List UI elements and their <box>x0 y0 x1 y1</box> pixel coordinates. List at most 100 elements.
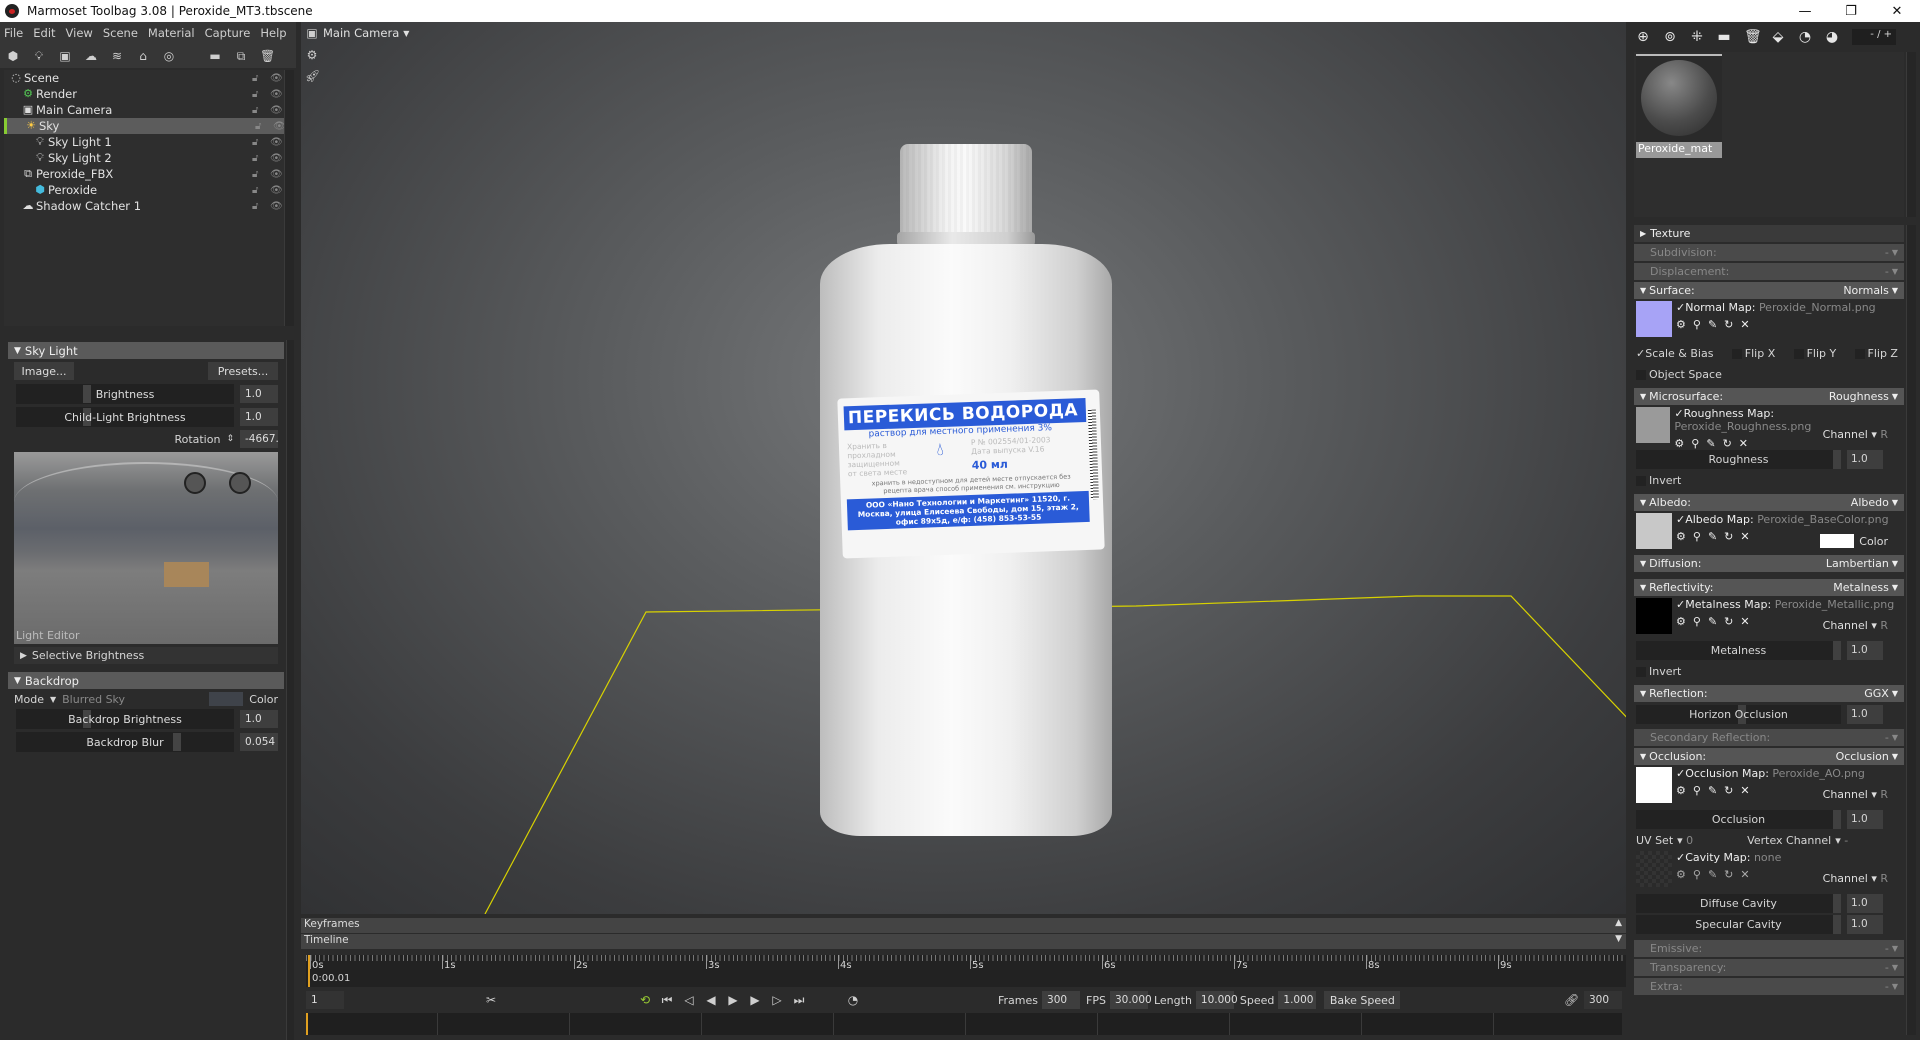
diffuse-cavity-slider[interactable]: Diffuse Cavity <box>1636 893 1841 913</box>
uv-set-dropdown[interactable]: ▾ 0 <box>1677 834 1693 847</box>
checker-icon[interactable]: ⁜ <box>1690 30 1704 44</box>
fps-input[interactable]: 30.000 <box>1109 991 1152 1009</box>
displacement-section[interactable]: Displacement: - ▼ <box>1634 263 1904 280</box>
reload-icon[interactable]: ↻ <box>1724 318 1733 331</box>
image-button[interactable]: Image... <box>14 362 74 380</box>
scale-bias-checkbox[interactable]: ✓Scale & Bias <box>1636 347 1713 360</box>
reflectivity-section[interactable]: ▼ Reflectivity: Metalness ▼ <box>1634 579 1904 596</box>
pencil-icon[interactable]: ✎ <box>1708 318 1717 331</box>
maximize-button[interactable]: ❐ <box>1828 4 1874 19</box>
lock-icon[interactable]: 🔓︎ <box>255 121 261 132</box>
channel-dropdown[interactable]: Channel ▾ R <box>1823 788 1888 801</box>
bake-speed-button[interactable]: Bake Speed <box>1324 991 1401 1009</box>
gear-icon[interactable]: ⚙ <box>1676 530 1686 543</box>
step-back-icon[interactable]: ◀ <box>704 993 718 1007</box>
lock-icon[interactable]: 🔓︎ <box>252 185 258 196</box>
lock-icon[interactable]: 🔓︎ <box>252 73 258 84</box>
house-icon[interactable]: ⌂ <box>136 49 150 63</box>
map-file[interactable]: Peroxide_BaseColor.png <box>1757 513 1888 526</box>
backdrop-blur-slider[interactable]: Backdrop Blur <box>16 732 234 752</box>
search-icon[interactable]: ⚲ <box>1693 868 1701 881</box>
transparency-section[interactable]: Transparency: - ▼ <box>1634 959 1904 976</box>
albedo-map-thumbnail[interactable] <box>1636 513 1672 549</box>
play-icon[interactable]: ▶ <box>726 993 740 1007</box>
properties-scrollbar[interactable] <box>1906 225 1916 1035</box>
presets-button[interactable]: Presets... <box>208 362 278 380</box>
speed-dial-icon[interactable]: ◔ <box>846 993 860 1007</box>
section-value[interactable]: GGX <box>1864 687 1889 700</box>
rotation-input[interactable]: -4667. <box>240 430 279 448</box>
section-value[interactable]: Occlusion <box>1836 750 1889 763</box>
map-file[interactable]: Peroxide_Normal.png <box>1759 301 1876 314</box>
close-icon[interactable]: ✕ <box>1739 437 1748 450</box>
search-icon[interactable]: ⚲ <box>1693 615 1701 628</box>
selective-brightness-toggle[interactable]: ▶ Selective Brightness <box>14 647 278 664</box>
reload-icon[interactable]: ↻ <box>1724 868 1733 881</box>
material-thumbnail[interactable]: Peroxide_mat <box>1636 54 1722 158</box>
map-file[interactable]: Peroxide_Roughness.png <box>1674 420 1811 433</box>
menu-material[interactable]: Material <box>148 26 195 40</box>
playhead[interactable] <box>308 955 310 987</box>
camera-selector[interactable]: ▣ Main Camera ▼ <box>301 22 409 44</box>
link-icon[interactable]: 🔗︎ <box>1564 993 1579 1007</box>
tree-item-peroxide-fbx[interactable]: ⧉ Peroxide_FBX 🔓︎ 👁︎ <box>4 166 284 182</box>
eye-icon[interactable]: 👁︎ <box>270 137 283 148</box>
sky-light-header[interactable]: ▼ Sky Light <box>8 342 284 359</box>
flip-z-checkbox[interactable]: Flip Z <box>1854 347 1898 360</box>
gear-icon[interactable]: ⚙ <box>1676 868 1686 881</box>
trash-icon[interactable]: 🗑︎ <box>1744 30 1762 44</box>
lock-icon[interactable]: 🔓︎ <box>252 201 258 212</box>
skip-end-icon[interactable]: ⏭ <box>792 993 806 1007</box>
texture-section[interactable]: ▶ Texture <box>1634 225 1904 242</box>
gear-icon[interactable]: ⚙ <box>1676 784 1686 797</box>
tree-item-main-camera[interactable]: ▣ Main Camera 🔓︎ 👁︎ <box>4 102 284 118</box>
sky-icon[interactable]: ≋ <box>110 49 124 63</box>
roughness-map-thumbnail[interactable] <box>1636 407 1671 443</box>
specular-cavity-slider[interactable]: Specular Cavity <box>1636 914 1841 934</box>
folder-icon[interactable]: ▬ <box>1717 30 1731 44</box>
mesh-icon[interactable]: ⬢ <box>6 49 20 63</box>
channel-dropdown[interactable]: Channel ▾ R <box>1823 619 1888 632</box>
duplicate-material-icon[interactable]: ⊚ <box>1663 30 1677 44</box>
pencil-icon[interactable]: ✎ <box>1706 437 1715 450</box>
channel-dropdown[interactable]: Channel ▾ R <box>1823 428 1888 441</box>
close-icon[interactable]: ✕ <box>1740 784 1749 797</box>
tree-item-scene[interactable]: ◌ Scene 🔓︎ 👁︎ <box>4 70 284 86</box>
reload-icon[interactable]: ↻ <box>1723 437 1732 450</box>
tree-item-peroxide[interactable]: ⬢ Peroxide 🔓︎ 👁︎ <box>4 182 284 198</box>
turntable-icon[interactable]: ◎ <box>162 49 176 63</box>
vertex-channel-dropdown[interactable]: ▾ - <box>1835 834 1848 847</box>
albedo-section[interactable]: ▼ Albedo: Albedo ▼ <box>1634 494 1904 511</box>
end-frame-input[interactable]: 300 <box>1584 991 1622 1009</box>
object-space-checkbox[interactable]: Object Space <box>1636 368 1722 381</box>
extra-section[interactable]: Extra: - ▼ <box>1634 978 1904 995</box>
reload-icon[interactable]: ↻ <box>1724 784 1733 797</box>
pencil-icon[interactable]: ✎ <box>1708 784 1717 797</box>
metalness-invert-checkbox[interactable]: Invert <box>1636 665 1681 678</box>
normal-map-thumbnail[interactable] <box>1636 301 1672 337</box>
pencil-icon[interactable]: ✎ <box>1708 868 1717 881</box>
search-icon[interactable]: ⚲ <box>1693 318 1701 331</box>
reload-icon[interactable]: ↻ <box>1724 615 1733 628</box>
eye-icon[interactable]: 👁︎ <box>270 89 283 100</box>
reload-icon[interactable]: ↻ <box>1724 530 1733 543</box>
settings-gear-icon[interactable]: ⚙ <box>305 49 319 62</box>
add-material-icon[interactable]: ⊕ <box>1636 30 1650 44</box>
backdrop-header[interactable]: ▼ Backdrop <box>8 672 284 689</box>
tree-item-sky-light-1[interactable]: 💡︎ Sky Light 1 🔓︎ 👁︎ <box>4 134 284 150</box>
child-light-input[interactable]: 1.0 <box>240 408 278 426</box>
keyframe-track[interactable] <box>306 1013 1622 1035</box>
section-value[interactable]: Albedo <box>1851 496 1889 509</box>
prev-key-icon[interactable]: ◁ <box>682 993 696 1007</box>
gear-icon[interactable]: ⚙ <box>1674 437 1684 450</box>
timeline-ruler[interactable]: 0s 1s 2s 3s 4s 5s 6s 7s 8s 9s 0:00.01 <box>306 955 1626 987</box>
gear-icon[interactable]: ⚙ <box>1676 615 1686 628</box>
3d-viewport[interactable]: ПЕРЕКИСЬ ВОДОРОДА раствор для местного п… <box>301 22 1626 914</box>
length-input[interactable]: 10.000 <box>1195 991 1238 1009</box>
backdrop-color-swatch[interactable] <box>209 692 244 706</box>
frame-input[interactable]: 1 <box>306 991 344 1009</box>
microsurface-section[interactable]: ▼ Microsurface: Roughness ▼ <box>1634 388 1904 405</box>
diffuse-cavity-input[interactable]: 1.0 <box>1847 893 1883 913</box>
eye-icon[interactable]: 👁︎ <box>270 105 283 116</box>
horizon-occlusion-slider[interactable]: Horizon Occlusion <box>1636 704 1841 724</box>
